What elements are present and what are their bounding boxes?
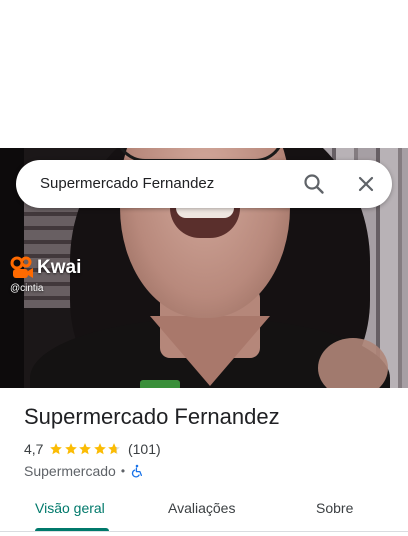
kwai-watermark: Kwai [10, 256, 81, 280]
star-icon [79, 443, 92, 455]
kwai-username: @cintia [10, 283, 44, 294]
kwai-logo-icon [10, 256, 34, 280]
place-title: Supermercado Fernandez [24, 404, 280, 429]
rating-stars [49, 442, 122, 456]
wheelchair-icon [130, 464, 144, 478]
search-icon[interactable] [302, 172, 326, 196]
search-bar[interactable]: Supermercado Fernandez [16, 160, 392, 208]
tabs-divider [0, 531, 408, 532]
star-icon [50, 443, 63, 455]
tab-reviews[interactable]: Avaliações [168, 500, 235, 516]
category-row: Supermercado • [24, 462, 144, 480]
tab-about[interactable]: Sobre [316, 500, 353, 516]
photo-vneck [150, 316, 270, 386]
star-icon [65, 443, 77, 455]
tab-overview[interactable]: Visão geral [35, 500, 105, 516]
star-icon [94, 443, 106, 455]
rating-value: 4,7 [24, 441, 44, 457]
star-icon [108, 443, 121, 455]
review-count[interactable]: (101) [128, 441, 161, 457]
photo-shirt-print [140, 380, 180, 388]
rating-row[interactable]: 4,7 (101) [24, 440, 161, 458]
close-icon[interactable] [354, 172, 378, 196]
search-input[interactable]: Supermercado Fernandez [40, 160, 214, 208]
place-category: Supermercado [24, 463, 116, 479]
place-sheet: Kwai @cintia Supermercado Fernandez Supe… [0, 0, 408, 536]
separator-dot: • [120, 464, 126, 478]
photo-teeth [176, 208, 234, 218]
place-tabs: Visão geral Avaliações Sobre [0, 490, 408, 536]
kwai-brand-text: Kwai [37, 257, 82, 278]
